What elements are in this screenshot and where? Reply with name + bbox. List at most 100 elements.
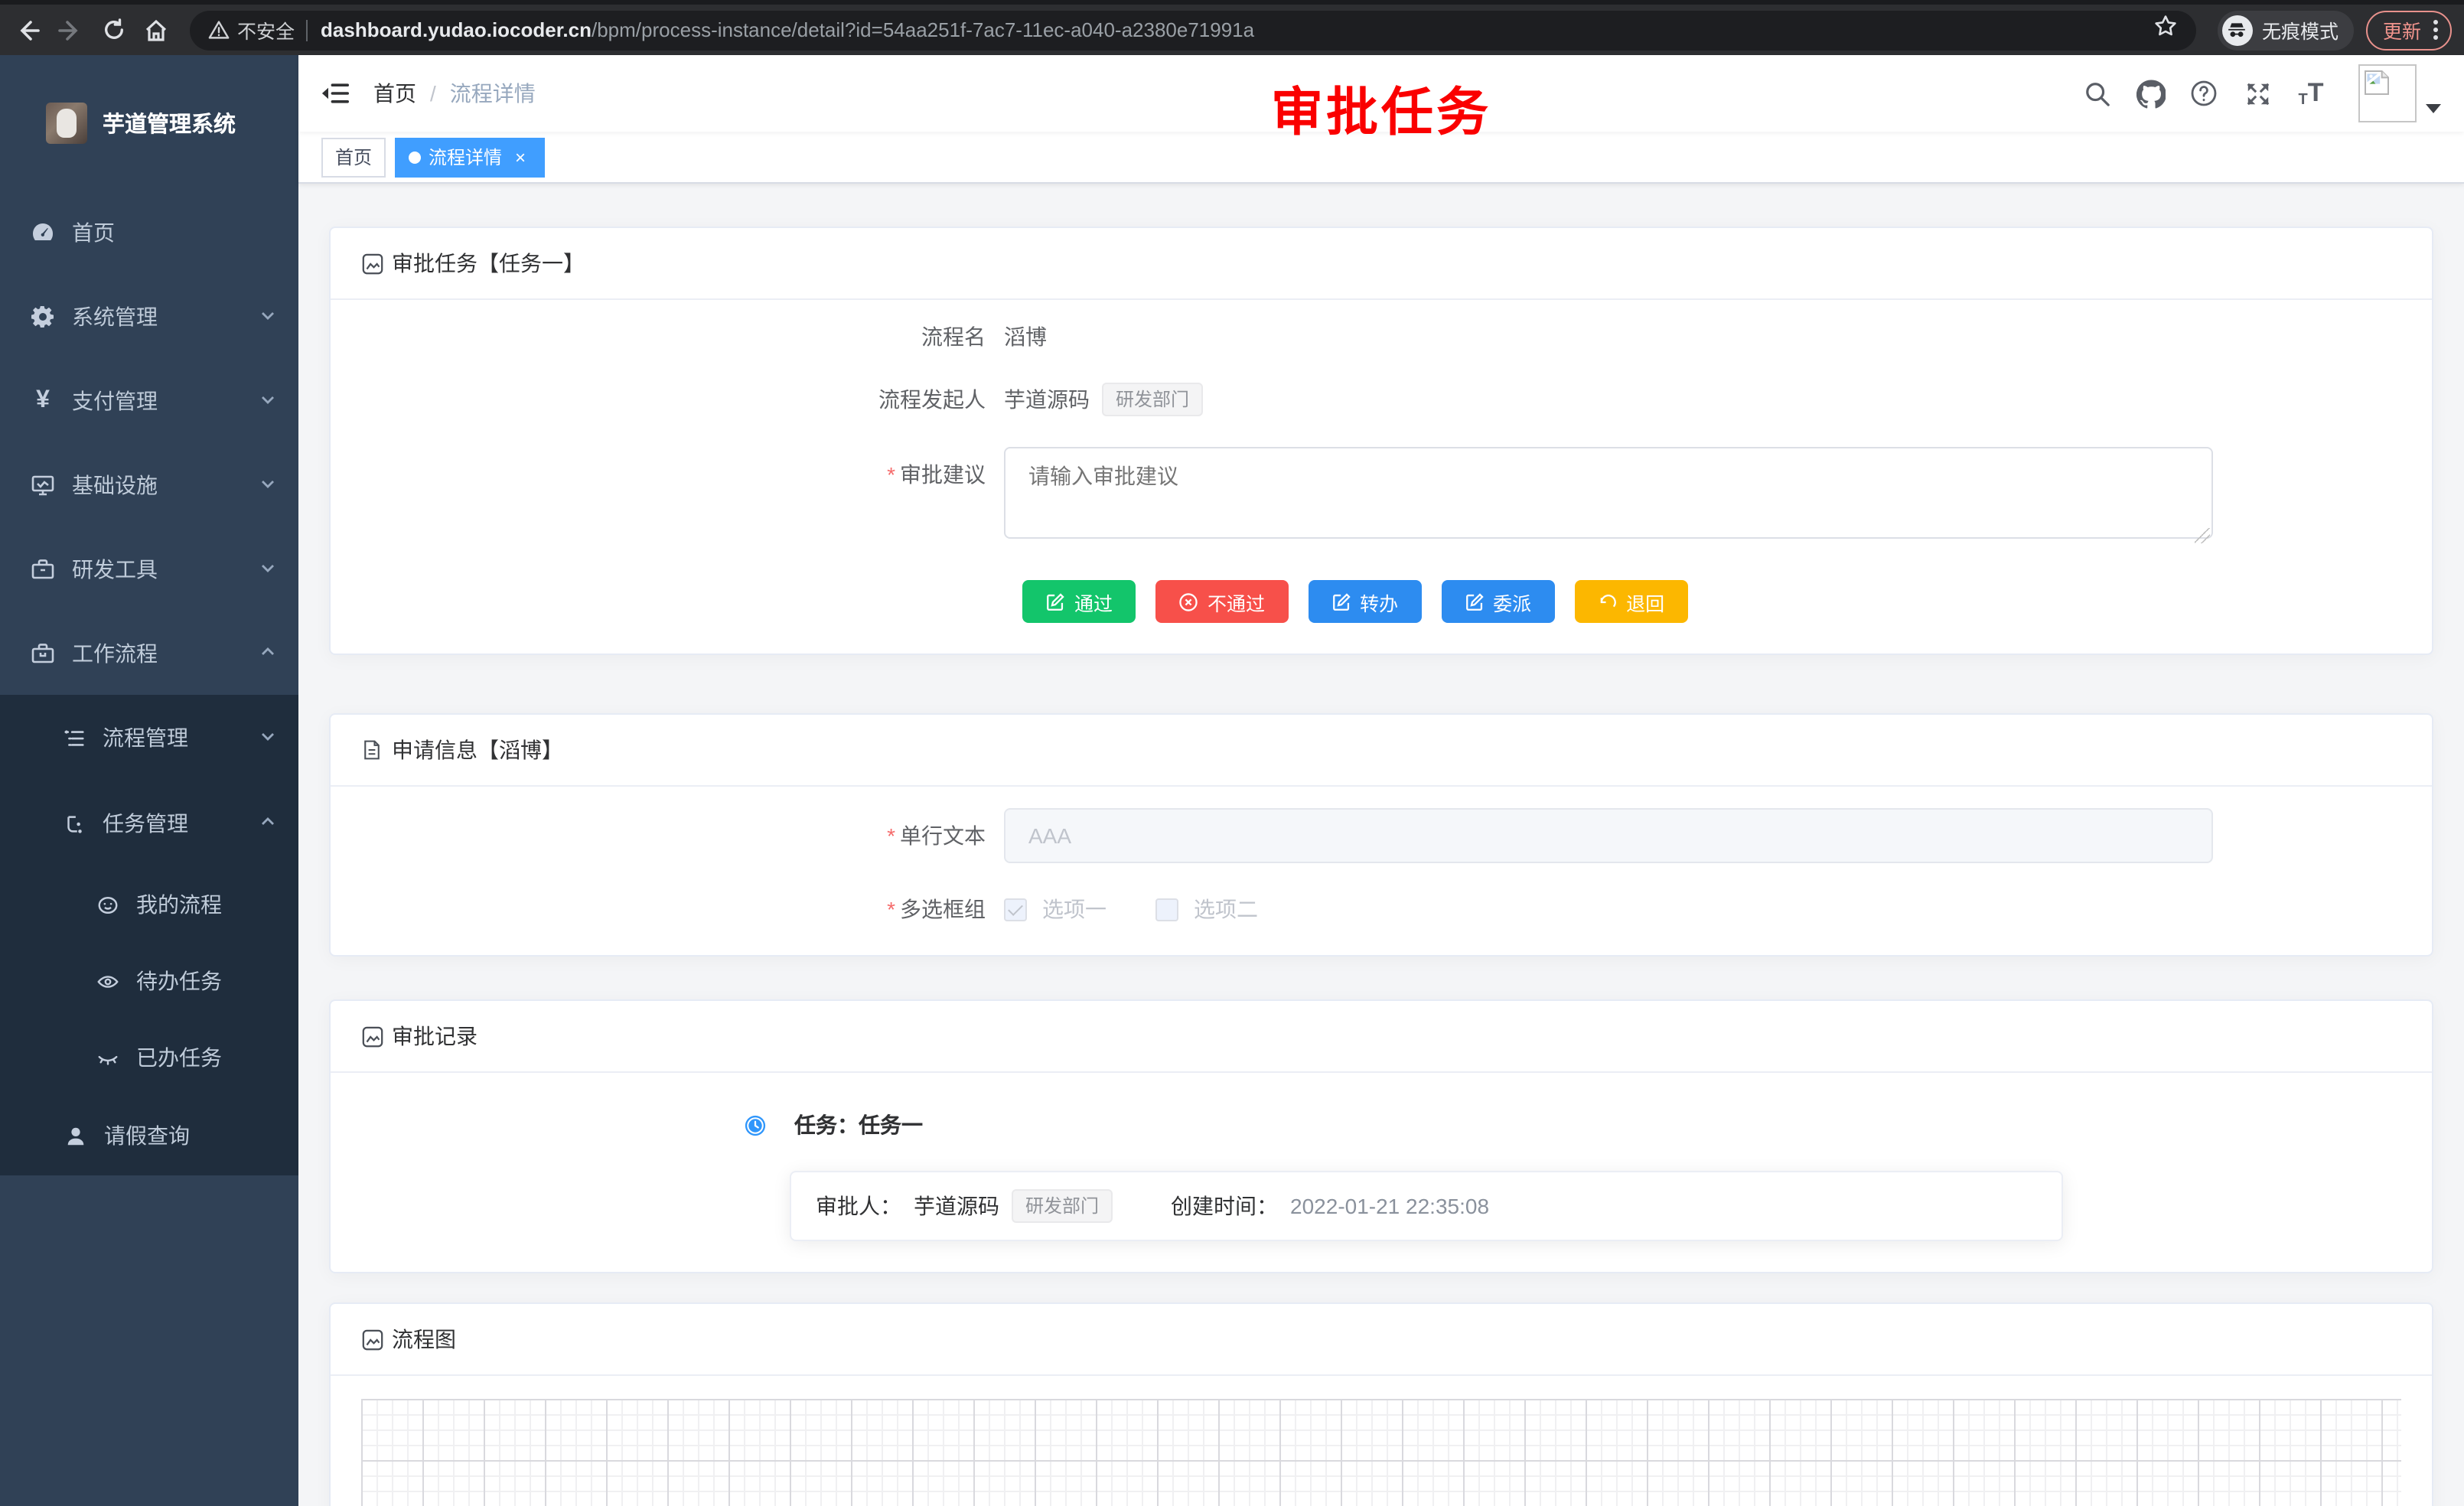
url-separator: [305, 19, 307, 41]
checkbox-option2: [1155, 898, 1178, 921]
text-field-row: *单行文本: [361, 808, 2401, 863]
avatar-caret-icon[interactable]: [2426, 104, 2441, 113]
checkbox-option1-label: 选项一: [1042, 894, 1107, 924]
clock-icon: [744, 1113, 767, 1136]
url-text[interactable]: dashboard.yudao.iocoder.cn/bpm/process-i…: [321, 18, 2153, 41]
monitor-icon: [31, 472, 55, 497]
sidebar-item-label: 研发工具: [72, 553, 259, 584]
sidebar-item-label: 首页: [72, 217, 277, 247]
sidebar-item-done-tasks[interactable]: 已办任务: [0, 1019, 298, 1096]
required-marker: *: [887, 823, 895, 848]
browser-toolbar: 不安全 dashboard.yudao.iocoder.cn/bpm/proce…: [0, 0, 2464, 55]
button-label: 委派: [1493, 587, 1531, 616]
warning-icon: [208, 20, 230, 40]
url-bar[interactable]: 不安全 dashboard.yudao.iocoder.cn/bpm/proce…: [190, 10, 2196, 50]
suggestion-label: 审批建议: [900, 462, 986, 487]
record-detail-card: 审批人： 芋道源码 研发部门 创建时间： 2022-01-21 22:35:08: [790, 1171, 2063, 1241]
button-label: 转办: [1360, 587, 1398, 616]
reload-icon[interactable]: [92, 8, 135, 51]
page-content: 审批任务【任务一】 流程名 滔博 流程发起人 芋道源码 研发部门: [298, 184, 2464, 1506]
process-name-value: 滔博: [1004, 321, 1047, 352]
avatar[interactable]: [2358, 64, 2417, 122]
dept-tag: 研发部门: [1102, 383, 1203, 416]
breadcrumb-home[interactable]: 首页: [373, 78, 416, 109]
forward-icon[interactable]: [49, 8, 92, 51]
delegate-button[interactable]: 委派: [1441, 580, 1554, 623]
security-indicator[interactable]: 不安全: [208, 15, 295, 44]
return-button[interactable]: 退回: [1574, 580, 1687, 623]
required-marker: *: [887, 462, 895, 487]
create-time-label: 创建时间：: [1171, 1191, 1278, 1221]
tab-process-detail[interactable]: 流程详情 ×: [395, 137, 545, 177]
edit-icon: [1464, 592, 1484, 611]
sidebar-item-label: 已办任务: [136, 1042, 277, 1073]
home-icon[interactable]: [135, 8, 178, 51]
button-label: 通过: [1074, 587, 1113, 616]
update-label: 更新: [2383, 15, 2421, 44]
button-label: 退回: [1626, 587, 1664, 616]
sidebar-fold-icon[interactable]: [321, 81, 349, 106]
back-icon[interactable]: [6, 8, 49, 51]
gear-icon: [31, 304, 55, 328]
briefcase-icon: [31, 641, 55, 665]
assignee-label: 审批人：: [816, 1191, 901, 1221]
browser-menu-icon[interactable]: [2430, 17, 2441, 43]
top-navbar: 首页 / 流程详情 审批任务: [298, 55, 2464, 132]
sidebar-item-infra[interactable]: 基础设施: [0, 442, 298, 526]
chevron-down-icon: [259, 556, 277, 581]
dashboard-icon: [31, 220, 55, 244]
picture-icon: [361, 1328, 384, 1351]
sidebar-item-home[interactable]: 首页: [0, 190, 298, 274]
sidebar-item-task-mgmt[interactable]: 任务管理: [0, 781, 298, 866]
checkbox-group-row: *多选框组 选项一 选项二: [361, 894, 2401, 924]
sidebar-item-process-mgmt[interactable]: 流程管理: [0, 695, 298, 781]
incognito-label: 无痕模式: [2262, 15, 2339, 44]
tab-home[interactable]: 首页: [321, 137, 386, 177]
app-title: 芋道管理系统: [103, 106, 236, 139]
sidebar-item-todo-tasks[interactable]: 待办任务: [0, 943, 298, 1019]
sidebar-item-devtools[interactable]: 研发工具: [0, 526, 298, 611]
bookmark-star-icon[interactable]: [2153, 14, 2178, 46]
bpmn-diagram-canvas[interactable]: [361, 1399, 2401, 1506]
picture-icon: [361, 252, 384, 275]
url-path: /bpm/process-instance/detail?id=54aa251f…: [592, 18, 1254, 41]
card-header: 审批任务【任务一】: [331, 228, 2432, 300]
tab-close-icon[interactable]: ×: [510, 146, 531, 168]
sidebar-item-leave-query[interactable]: 请假查询: [0, 1096, 298, 1175]
sidebar-logo[interactable]: 芋道管理系统: [0, 55, 298, 171]
approve-button[interactable]: 通过: [1022, 580, 1136, 623]
dept-tag: 研发部门: [1012, 1189, 1113, 1223]
approval-actions: 通过 不通过 转办 委: [1022, 580, 2401, 623]
suggestion-textarea[interactable]: [1004, 447, 2213, 539]
broken-image-icon: [2361, 67, 2392, 98]
sidebar-item-my-process[interactable]: 我的流程: [0, 866, 298, 943]
tagviews-bar: 首页 流程详情 ×: [298, 132, 2464, 184]
reject-button[interactable]: 不通过: [1155, 580, 1288, 623]
checkbox-option2-label: 选项二: [1194, 894, 1258, 924]
transfer-button[interactable]: 转办: [1308, 580, 1421, 623]
sidebar-item-payment[interactable]: ¥ 支付管理: [0, 358, 298, 442]
assignee-value: 芋道源码: [914, 1191, 999, 1221]
toolbox-icon: [31, 556, 55, 581]
card-title: 申请信息【滔博】: [392, 735, 563, 765]
fullscreen-icon[interactable]: [2242, 78, 2273, 109]
sidebar-item-label: 系统管理: [72, 301, 259, 331]
incognito-badge: 无痕模式: [2218, 10, 2354, 50]
card-title: 审批记录: [392, 1021, 477, 1051]
button-label: 不通过: [1208, 587, 1265, 616]
github-icon[interactable]: [2135, 78, 2166, 109]
approval-task-card: 审批任务【任务一】 流程名 滔博 流程发起人 芋道源码 研发部门: [329, 227, 2433, 655]
workflow-submenu: 流程管理 任务管理 我的流程: [0, 695, 298, 1175]
help-icon[interactable]: [2189, 78, 2219, 109]
process-diagram-card: 流程图: [329, 1302, 2433, 1506]
undo-icon: [1597, 592, 1617, 611]
browser-update-button[interactable]: 更新: [2366, 10, 2452, 50]
sidebar-item-workflow[interactable]: 工作流程: [0, 611, 298, 695]
font-size-icon[interactable]: TT: [2296, 78, 2326, 109]
textarea-resize-handle[interactable]: [2195, 528, 2210, 543]
sidebar-item-system[interactable]: 系统管理: [0, 274, 298, 358]
security-label: 不安全: [237, 15, 295, 44]
search-icon[interactable]: [2081, 78, 2112, 109]
list-tree-icon: [61, 725, 86, 750]
chevron-up-icon: [259, 641, 277, 665]
